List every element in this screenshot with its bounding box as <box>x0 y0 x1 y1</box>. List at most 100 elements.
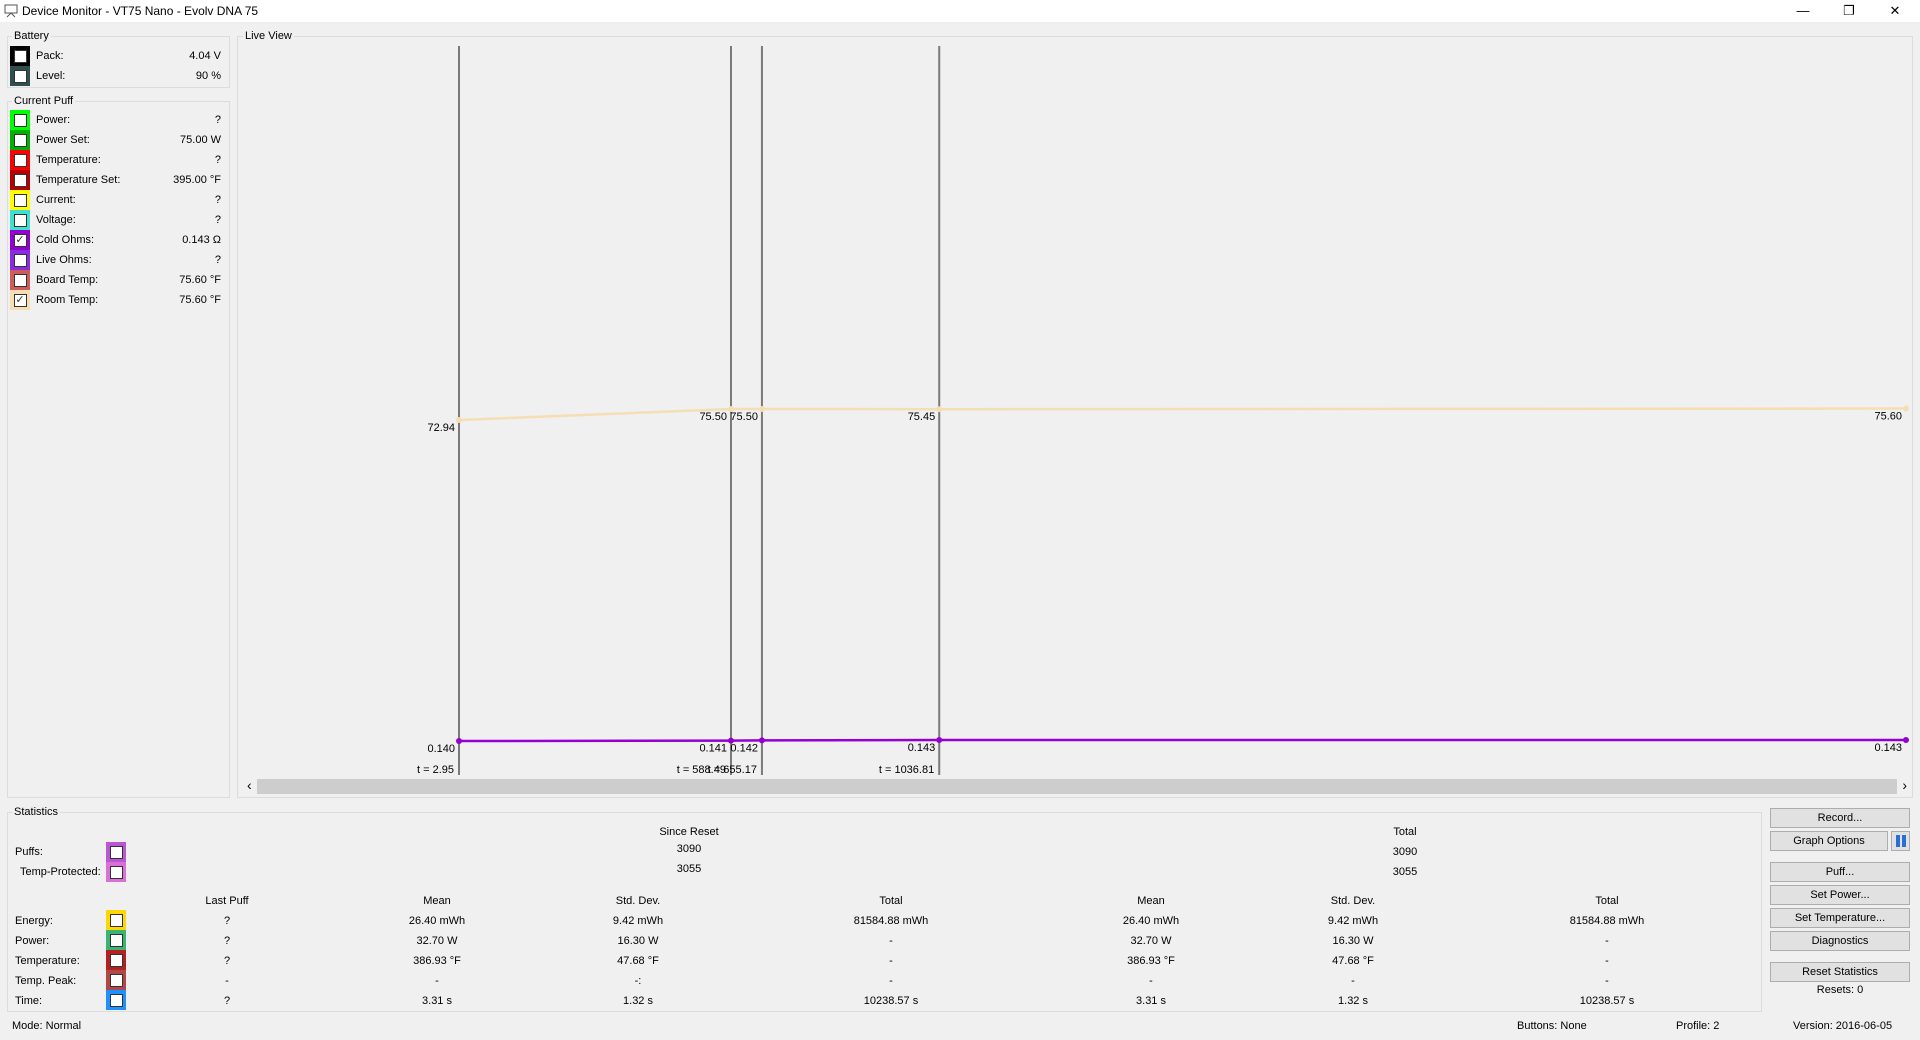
data-point-label: 75.60 <box>1874 411 1902 423</box>
energy-cell: 26.40 mWh <box>1122 915 1180 927</box>
statistics-label: Statistics <box>12 806 61 818</box>
buttons-status: Buttons: None <box>1517 1020 1587 1032</box>
column-header: Mean <box>423 895 451 907</box>
power-cell: ? <box>223 935 231 947</box>
data-point <box>758 737 765 744</box>
checkbox-icon <box>109 933 123 947</box>
data-point-label: 0.142 <box>730 742 758 754</box>
energy-row-label: Energy: <box>15 915 53 927</box>
data-point <box>456 417 462 423</box>
data-point <box>936 737 943 744</box>
series-line-cold-ohms <box>458 738 1906 743</box>
temperature-cell: ? <box>223 955 231 967</box>
power-cell: 32.70 W <box>416 935 458 947</box>
pause-button[interactable] <box>1891 831 1910 851</box>
time-cell: ? <box>223 995 231 1007</box>
temp-peak-cell: - <box>225 975 229 987</box>
puff-time-label: t = 2.95 <box>417 764 454 776</box>
temp-peak-cell: -: <box>634 975 642 987</box>
live-view-chart: t = 2.95 t = 588.49t = 655.17 t = 1036.817… <box>417 46 1909 776</box>
column-header: Std. Dev. <box>615 895 661 907</box>
scroll-left-arrow-icon[interactable]: ‹ <box>247 777 252 794</box>
column-header: Total <box>1595 895 1619 907</box>
time-cell: 10238.57 s <box>1579 995 1635 1007</box>
data-point-label: 75.50 <box>730 411 758 423</box>
temp-peak-cell: - <box>1351 975 1355 987</box>
temp-protected-color-checkbox[interactable] <box>106 862 126 882</box>
time-cell: 1.32 s <box>1338 995 1368 1007</box>
energy-color-checkbox[interactable] <box>106 910 126 930</box>
checkbox-icon <box>109 845 123 859</box>
temperature-cell: - <box>1605 955 1609 967</box>
pause-icon <box>1896 835 1906 847</box>
scrollbar-thumb[interactable] <box>257 779 1897 794</box>
puff-button[interactable]: Puff... <box>1770 862 1910 882</box>
power-row-label: Power: <box>15 935 50 947</box>
checkbox-icon <box>109 913 123 927</box>
temperature-color-checkbox[interactable] <box>106 950 126 970</box>
column-header: Last Puff <box>205 895 249 907</box>
data-point-label: 0.141 <box>699 743 727 755</box>
data-point-label: 0.143 <box>1874 742 1902 754</box>
total-header: Total <box>1393 826 1417 838</box>
column-header: Total <box>879 895 903 907</box>
checkbox-icon <box>109 865 123 879</box>
set-temperature-button[interactable]: Set Temperature... <box>1770 908 1910 928</box>
data-point <box>936 406 943 413</box>
reset-statistics-button[interactable]: Reset Statistics <box>1770 962 1910 982</box>
since-reset-header: Since Reset <box>659 826 719 838</box>
data-point <box>456 738 462 744</box>
data-point <box>758 405 765 412</box>
energy-cell: 81584.88 mWh <box>853 915 929 927</box>
checkbox-icon <box>109 953 123 967</box>
puff-time-label: t = 1036.81 <box>879 764 934 776</box>
time-cell: 10238.57 s <box>863 995 919 1007</box>
time-color-checkbox[interactable] <box>106 990 126 1010</box>
energy-cell: 9.42 mWh <box>612 915 664 927</box>
series-line-room-temp <box>458 407 1907 422</box>
temp-protected-since-reset: 3055 <box>676 863 702 875</box>
time-cell: 3.31 s <box>422 995 452 1007</box>
data-point-label: 72.94 <box>427 422 455 434</box>
resets-count: Resets: 0 <box>1816 984 1864 996</box>
diagnostics-button[interactable]: Diagnostics <box>1770 931 1910 951</box>
data-point <box>1903 405 1909 412</box>
power-cell: - <box>1605 935 1609 947</box>
temp-protected-label: Temp-Protected: <box>20 866 101 878</box>
power-color-checkbox[interactable] <box>106 930 126 950</box>
temperature-cell: 47.68 °F <box>1332 955 1374 967</box>
temp-peak-row-label: Temp. Peak: <box>15 975 77 987</box>
statistics-group <box>7 812 1762 1012</box>
data-point-label: 0.140 <box>427 743 455 755</box>
puff-time-label: t = 655.17 <box>708 764 757 776</box>
temperature-cell: 386.93 °F <box>413 955 461 967</box>
profile-status: Profile: 2 <box>1676 1020 1720 1032</box>
temperature-cell: - <box>889 955 893 967</box>
temp-peak-cell: - <box>435 975 439 987</box>
power-cell: 16.30 W <box>1332 935 1374 947</box>
data-point <box>1903 737 1909 744</box>
data-point-label: 0.143 <box>908 742 936 754</box>
temperature-cell: 47.68 °F <box>617 955 659 967</box>
temp-peak-color-checkbox[interactable] <box>106 970 126 990</box>
record-button[interactable]: Record... <box>1770 808 1910 828</box>
energy-cell: ? <box>223 915 231 927</box>
temp-protected-total: 3055 <box>1392 866 1418 878</box>
column-header: Std. Dev. <box>1330 895 1376 907</box>
puffs-label: Puffs: <box>15 846 43 858</box>
puffs-color-checkbox[interactable] <box>106 842 126 862</box>
set-power-button[interactable]: Set Power... <box>1770 885 1910 905</box>
version-status: Version: 2016-06-05 <box>1793 1020 1893 1032</box>
energy-cell: 9.42 mWh <box>1327 915 1379 927</box>
scroll-right-arrow-icon[interactable]: › <box>1902 777 1907 794</box>
horizontal-scrollbar[interactable]: ‹ › <box>245 777 1910 796</box>
puffs-since-reset: 3090 <box>676 843 702 855</box>
temperature-cell: 386.93 °F <box>1127 955 1175 967</box>
temperature-row-label: Temperature: <box>15 955 80 967</box>
graph-options-button[interactable]: Graph Options <box>1770 831 1888 851</box>
temp-peak-cell: - <box>1149 975 1153 987</box>
power-cell: 32.70 W <box>1130 935 1172 947</box>
column-header: Mean <box>1137 895 1165 907</box>
time-cell: 3.31 s <box>1136 995 1166 1007</box>
temp-peak-cell: - <box>1605 975 1609 987</box>
